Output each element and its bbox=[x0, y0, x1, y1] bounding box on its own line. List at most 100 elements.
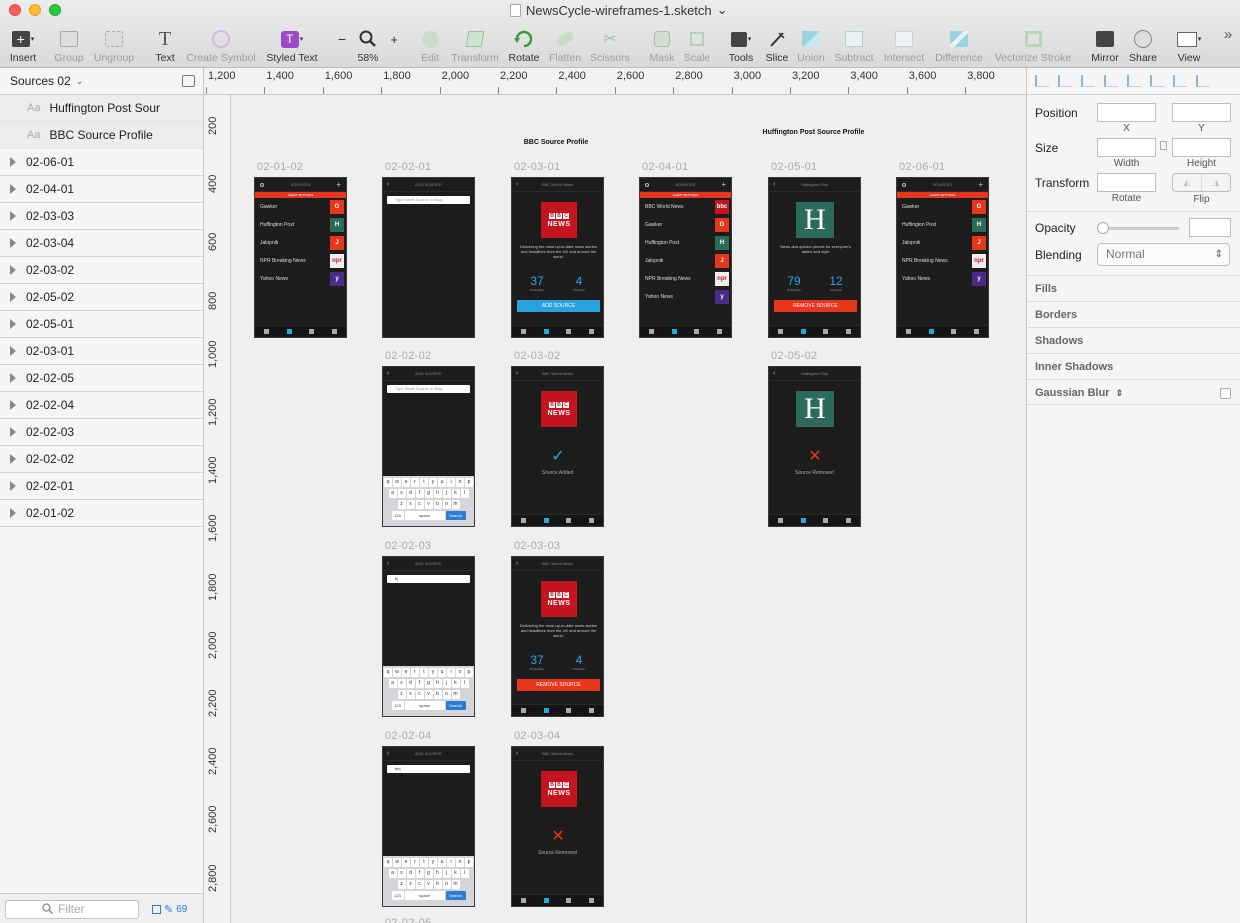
artboard[interactable]: ‹ ADD SOURCE b| q w e r t y u i o p a s d f g h j k l z x c v b n m 1… bbox=[382, 556, 475, 717]
feed-tab-icon[interactable] bbox=[905, 329, 911, 334]
scale-button[interactable]: Scale bbox=[681, 24, 713, 64]
key[interactable]: y bbox=[429, 858, 437, 867]
key[interactable]: j bbox=[442, 869, 451, 878]
key[interactable]: c bbox=[415, 690, 424, 699]
key[interactable]: v bbox=[424, 880, 433, 889]
settings-tab-icon[interactable] bbox=[846, 329, 852, 334]
key[interactable]: g bbox=[424, 679, 433, 688]
key[interactable]: j bbox=[442, 679, 451, 688]
artboard-label[interactable]: 02-03-03 bbox=[514, 540, 560, 552]
rotate-field[interactable] bbox=[1097, 173, 1156, 192]
key[interactable]: a bbox=[388, 489, 397, 498]
source-row[interactable]: Jalopnik J bbox=[255, 234, 346, 252]
feed-tab-icon[interactable] bbox=[777, 329, 783, 334]
artboard-row[interactable]: 02-03-04 bbox=[0, 230, 203, 257]
key[interactable]: l bbox=[460, 869, 469, 878]
key[interactable]: l bbox=[460, 679, 469, 688]
key[interactable]: y bbox=[429, 478, 437, 487]
filter-input[interactable]: Filter bbox=[5, 900, 139, 919]
document-title[interactable]: NewsCycle-wireframes-1.sketch ⌄ bbox=[510, 2, 728, 18]
align-middle-icon[interactable] bbox=[1173, 75, 1187, 87]
key[interactable]: z bbox=[397, 500, 406, 509]
borders-section[interactable]: Borders bbox=[1027, 301, 1240, 327]
settings-tab-icon[interactable] bbox=[974, 329, 980, 334]
sources-tab-icon[interactable] bbox=[543, 518, 549, 523]
artboard[interactable]: ‹ ADD SOURCE Type News Source or Blog bbox=[382, 177, 475, 338]
layer-count[interactable]: ✎ 69 bbox=[152, 903, 187, 916]
key[interactable]: r bbox=[411, 668, 419, 677]
key[interactable]: z bbox=[397, 880, 406, 889]
artboard-row[interactable]: 02-02-05 bbox=[0, 365, 203, 392]
key[interactable]: h bbox=[433, 869, 442, 878]
source-row[interactable]: Yahoo News y bbox=[897, 270, 988, 288]
feed-tab-icon[interactable] bbox=[520, 329, 526, 334]
vertical-ruler[interactable]: 200 400 600 800 1,000 1,200 1,400 1,600 1,800 2,0… bbox=[204, 95, 231, 923]
source-search-input[interactable]: Type News Source or Blog bbox=[387, 196, 470, 204]
page-selector[interactable]: Sources 02 ⌄ bbox=[0, 68, 203, 95]
transform-button[interactable]: Transform bbox=[448, 24, 502, 64]
key[interactable]: x bbox=[406, 500, 415, 509]
source-row[interactable]: Huffington Post H bbox=[255, 216, 346, 234]
sources-tab-icon[interactable] bbox=[286, 329, 292, 334]
feed-tab-icon[interactable] bbox=[777, 518, 783, 523]
key[interactable]: b bbox=[433, 880, 442, 889]
artboard-row[interactable]: 02-04-01 bbox=[0, 176, 203, 203]
view-button[interactable]: ▾ View bbox=[1170, 24, 1208, 64]
horizontal-ruler[interactable]: 1,200 1,400 1,600 1,800 2,000 2,200 2,400 2,600… bbox=[204, 68, 1026, 95]
edit-button[interactable]: Edit bbox=[414, 24, 446, 64]
key[interactable]: x bbox=[406, 880, 415, 889]
artboard[interactable]: SOURCES + ALERT SETTINGS BBC World News bbc G… bbox=[639, 177, 732, 338]
sources-tab-icon[interactable] bbox=[800, 329, 806, 334]
key[interactable]: g bbox=[424, 869, 433, 878]
settings-tab-icon[interactable] bbox=[589, 708, 595, 713]
artboard-row[interactable]: 02-02-02 bbox=[0, 446, 203, 473]
gaussian-blur-checkbox[interactable] bbox=[1220, 388, 1231, 399]
text-layer-row[interactable]: Aa Huffington Post Sour bbox=[0, 95, 203, 122]
source-row[interactable]: Gawker G bbox=[897, 198, 988, 216]
flatten-button[interactable]: Flatten bbox=[545, 24, 585, 64]
artboard-label[interactable]: 02-03-04 bbox=[514, 730, 560, 742]
back-icon[interactable]: ‹ bbox=[516, 560, 518, 567]
key[interactable]: c bbox=[415, 500, 424, 509]
key[interactable]: q bbox=[384, 478, 392, 487]
blending-select[interactable]: Normal ⇕ bbox=[1097, 243, 1230, 266]
zoom-in-button[interactable]: + bbox=[390, 32, 398, 47]
artboard-row[interactable]: 02-06-01 bbox=[0, 149, 203, 176]
styled-text-button[interactable]: T ▾ Styled Text bbox=[262, 24, 322, 64]
key[interactable]: z bbox=[397, 690, 406, 699]
align-bottom-icon[interactable] bbox=[1196, 75, 1210, 87]
key[interactable]: i bbox=[447, 858, 455, 867]
distribute-vertical-icon[interactable] bbox=[1058, 75, 1072, 87]
numbers-key[interactable]: 123 bbox=[391, 701, 404, 710]
remove-source-button[interactable]: REMOVE SOURCE bbox=[517, 679, 600, 691]
artboard-label[interactable]: 02-03-01 bbox=[514, 161, 560, 173]
artboard[interactable]: ‹ BBC World News B B C NEWS ✕ Source Removed bbox=[511, 746, 604, 907]
key[interactable]: u bbox=[438, 668, 446, 677]
bookmarks-tab-icon[interactable] bbox=[566, 708, 572, 713]
key[interactable]: l bbox=[460, 489, 469, 498]
key[interactable]: c bbox=[415, 880, 424, 889]
search-icon[interactable] bbox=[645, 182, 649, 187]
key[interactable]: h bbox=[433, 489, 442, 498]
union-button[interactable]: Union bbox=[794, 24, 828, 64]
scissors-button[interactable]: ✂ Scissors bbox=[588, 24, 632, 64]
source-row[interactable]: Huffington Post H bbox=[897, 216, 988, 234]
settings-tab-icon[interactable] bbox=[589, 329, 595, 334]
key[interactable]: r bbox=[411, 478, 419, 487]
feed-tab-icon[interactable] bbox=[648, 329, 654, 334]
symbols-filter-icon[interactable] bbox=[152, 905, 161, 914]
source-row[interactable]: NPR Breaking News npr bbox=[640, 270, 731, 288]
source-row[interactable]: Jalopnik J bbox=[897, 234, 988, 252]
key[interactable]: t bbox=[420, 858, 428, 867]
artboard-row[interactable]: 02-05-01 bbox=[0, 311, 203, 338]
flip-horizontal-icon[interactable]: ◭ bbox=[1173, 174, 1202, 191]
mask-button[interactable]: Mask bbox=[646, 24, 678, 64]
back-icon[interactable]: ‹ bbox=[387, 370, 389, 377]
artboard[interactable]: ‹ ADD SOURCE bb| q w e r t y u i o p a s d f g h j k l z x c v b n m… bbox=[382, 746, 475, 907]
key[interactable]: w bbox=[393, 668, 401, 677]
source-row[interactable]: Yahoo News y bbox=[640, 288, 731, 306]
bookmarks-tab-icon[interactable] bbox=[566, 898, 572, 903]
key[interactable]: u bbox=[438, 858, 446, 867]
search-icon[interactable] bbox=[260, 182, 264, 187]
artboard[interactable]: ‹ BBC World News B B C NEWS Delivering the mos… bbox=[511, 177, 604, 338]
